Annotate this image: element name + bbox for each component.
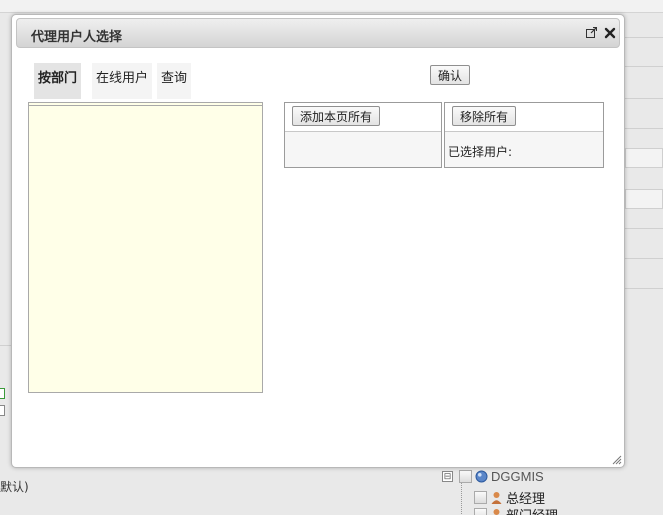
background-row-line <box>625 288 663 289</box>
tree-checkbox[interactable] <box>474 508 487 515</box>
add-all-on-page-button[interactable]: 添加本页所有 <box>292 106 381 126</box>
background-row-line <box>625 66 663 67</box>
tree-checkbox[interactable] <box>459 470 472 483</box>
resize-grip-icon[interactable] <box>610 453 622 465</box>
tree-item[interactable]: 部门经理 <box>474 505 558 515</box>
background-row-line <box>625 228 663 229</box>
confirm-button[interactable]: 确认 <box>430 65 471 85</box>
background-checkbox[interactable] <box>0 388 5 399</box>
dialog-title: 代理用户人选择 <box>31 30 123 45</box>
user-icon <box>490 508 503 515</box>
tree-checkbox[interactable] <box>474 491 487 504</box>
background-row-line <box>625 37 663 38</box>
background-row-line <box>625 258 663 259</box>
candidate-users-table: 添加本页所有 <box>284 102 442 168</box>
panel-top-border <box>29 105 262 106</box>
background-org-tree: ⊟ DGGMIS 总经理 部门经理 <box>440 468 663 515</box>
user-icon <box>490 491 503 504</box>
selected-users-table: 移除所有 已选择用户: <box>444 102 604 168</box>
tree-collapse-toggle-icon[interactable]: ⊟ <box>442 471 453 482</box>
background-top-strip <box>0 0 663 13</box>
background-default-text: 默认) <box>0 480 29 494</box>
selected-users-list[interactable]: 已选择用户: <box>445 131 603 167</box>
tree-root-label: DGGMIS <box>491 469 544 484</box>
tree-root-row[interactable]: ⊟ DGGMIS <box>442 469 544 484</box>
close-icon[interactable] <box>604 27 616 39</box>
background-row-line <box>0 345 11 346</box>
background-row-line <box>625 98 663 99</box>
selected-users-label: 已选择用户: <box>448 145 513 159</box>
organization-icon <box>475 470 488 483</box>
background-row-line <box>625 128 663 129</box>
background-input-field[interactable] <box>625 189 663 209</box>
tree-item-label: 部门经理 <box>506 505 558 515</box>
tab-by-department[interactable]: 按部门 <box>34 63 82 99</box>
tab-search[interactable]: 查询 <box>157 63 192 99</box>
popout-icon[interactable] <box>586 26 598 39</box>
background-input-field[interactable] <box>625 148 663 168</box>
background-checkbox[interactable] <box>0 405 5 416</box>
department-tree-panel[interactable] <box>28 102 263 393</box>
proxy-user-select-dialog: 代理用户人选择 按部门 在线用户 查询 确认 添加本页所有 移除所有 已选择用户… <box>11 14 625 468</box>
dialog-titlebar[interactable]: 代理用户人选择 <box>16 18 620 48</box>
remove-all-button[interactable]: 移除所有 <box>452 106 517 126</box>
tab-online-users[interactable]: 在线用户 <box>92 63 153 99</box>
candidate-users-list[interactable] <box>285 131 441 167</box>
